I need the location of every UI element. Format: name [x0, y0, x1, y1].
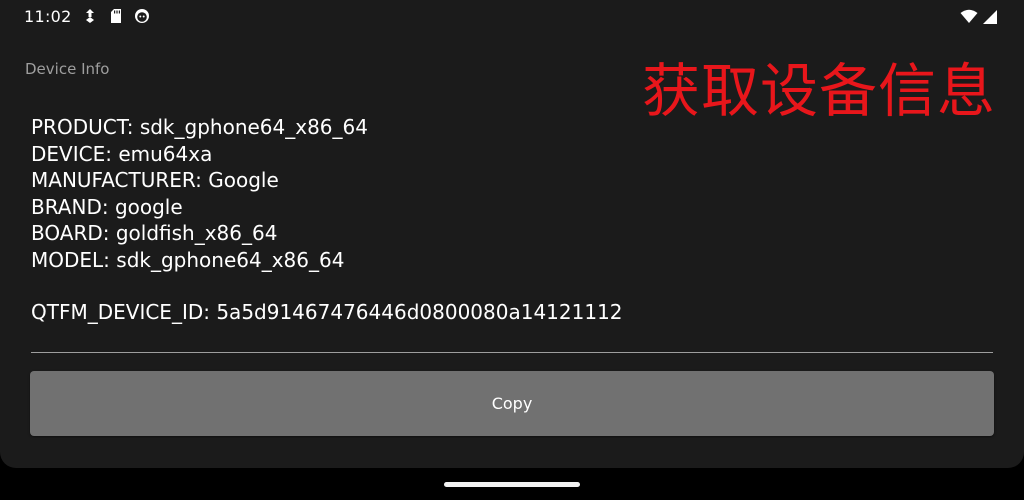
- info-manufacturer: MANUFACTURER: Google: [31, 168, 279, 192]
- copy-button[interactable]: Copy: [30, 371, 994, 436]
- wifi-icon: [960, 9, 978, 29]
- headline-label: 获取设备信息: [641, 57, 996, 125]
- info-device: DEVICE: emu64xa: [31, 141, 213, 166]
- info-device-id: QTFM_DEVICE_ID: 5a5d91467476446d0800080a…: [31, 300, 623, 324]
- page-title: Device Info: [25, 60, 110, 78]
- status-icons-left: [82, 8, 150, 24]
- status-icons-right: [960, 9, 998, 29]
- app-screen: 11:02 Device Info 获取设备信息 PRODUCT: sdk_gp…: [0, 0, 1024, 468]
- info-model: MODEL: sdk_gphone64_x86_64: [31, 247, 345, 272]
- sd-card-icon: [108, 8, 124, 24]
- status-bar: 11:02: [0, 0, 1024, 34]
- info-product: PRODUCT: sdk_gphone64_x86_64: [31, 115, 368, 139]
- gesture-nav-handle[interactable]: [444, 482, 580, 487]
- face-icon: [134, 8, 150, 24]
- status-time: 11:02: [24, 7, 72, 26]
- device-info-text: PRODUCT: sdk_gphone64_x86_64 DEVICE: emu…: [31, 114, 623, 326]
- signal-icon: [982, 9, 998, 29]
- divider: [31, 352, 993, 353]
- info-board: BOARD: goldfish_x86_64: [31, 221, 278, 245]
- info-brand: BRAND: google: [31, 194, 183, 219]
- download-icon: [82, 8, 98, 24]
